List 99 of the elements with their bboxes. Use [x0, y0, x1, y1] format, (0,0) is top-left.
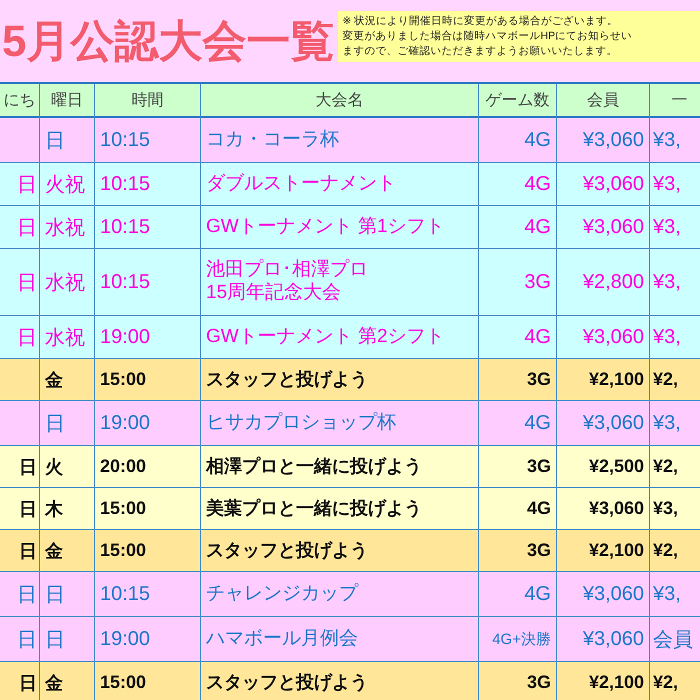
table-cell: 金 [40, 530, 95, 572]
column-header: 大会名 [201, 84, 479, 118]
table-cell: 15:00 [95, 662, 201, 700]
table-cell: 水祝 [40, 249, 95, 316]
table-cell: ダブルストーナメント [201, 163, 479, 206]
table-cell: 日 [40, 572, 95, 617]
column-header: 会員 [557, 84, 650, 118]
table-cell: ¥2, [650, 530, 700, 572]
column-header: 曜日 [40, 84, 95, 118]
table-cell: コカ・コーラ杯 [201, 118, 479, 163]
notice-text: ますので、ご確認いただきますようお願いいたします。 [342, 44, 618, 58]
table-cell: 日 [40, 617, 95, 662]
table-cell: 日 [0, 249, 40, 316]
table-cell: 木 [40, 488, 95, 530]
table-cell: 10:15 [95, 118, 201, 163]
table-cell: 日 [0, 617, 40, 662]
table-cell: 日 [0, 572, 40, 617]
table-cell: 池田プロ･相澤プロ 15周年記念大会 [201, 249, 479, 316]
table-cell: ¥2,100 [557, 359, 650, 401]
table-cell: ¥3,060 [557, 488, 650, 530]
table-cell: スタッフと投げよう [201, 359, 479, 401]
table-cell: ¥2,800 [557, 249, 650, 316]
table-cell: 日 [0, 316, 40, 359]
table-cell: 3G [479, 249, 557, 316]
table-cell: 美葉プロと一緒に投げよう [201, 488, 479, 530]
table-cell: チャレンジカップ [201, 572, 479, 617]
table-cell: 19:00 [95, 617, 201, 662]
table-cell: ¥3, [650, 401, 700, 446]
table-cell: 会員 [650, 617, 700, 662]
table-cell: ¥3, [650, 572, 700, 617]
notice-text: ※ 状況により開催日時に変更がある場合がございます。 [342, 14, 620, 28]
table-cell: ¥3, [650, 316, 700, 359]
table-cell: 3G [479, 530, 557, 572]
table-cell: 日 [0, 206, 40, 249]
table-cell: ¥3,060 [557, 401, 650, 446]
table-cell: 日 [40, 401, 95, 446]
table-cell: 水祝 [40, 206, 95, 249]
table-cell: ¥2,100 [557, 530, 650, 572]
table-cell: 日 [40, 118, 95, 163]
table-cell: 19:00 [95, 401, 201, 446]
table-cell: 金 [40, 662, 95, 700]
column-header: にち [0, 84, 40, 118]
table-cell: GWトーナメント 第1シフト [201, 206, 479, 249]
table-cell: 相澤プロと一緒に投げよう [201, 446, 479, 488]
table-cell: ¥3, [650, 249, 700, 316]
table-cell: ¥3,060 [557, 316, 650, 359]
table-cell: ¥2,500 [557, 446, 650, 488]
table-cell: 19:00 [95, 316, 201, 359]
table-cell: 15:00 [95, 530, 201, 572]
table-cell: 日 [0, 662, 40, 700]
table-cell: 10:15 [95, 206, 201, 249]
table-cell: 4G [479, 206, 557, 249]
table-cell: 3G [479, 359, 557, 401]
table-cell: 金 [40, 359, 95, 401]
table-cell: ¥2, [650, 359, 700, 401]
column-header: ゲーム数 [479, 84, 557, 118]
table-cell: 4G [479, 118, 557, 163]
table-cell: ¥2,100 [557, 662, 650, 700]
table-cell: 15:00 [95, 359, 201, 401]
table-cell: スタッフと投げよう [201, 662, 479, 700]
table-cell: スタッフと投げよう [201, 530, 479, 572]
table-cell: 4G [479, 572, 557, 617]
table-cell: 4G [479, 488, 557, 530]
table-cell: 20:00 [95, 446, 201, 488]
table-cell: ¥3,060 [557, 617, 650, 662]
table-cell: 3G [479, 662, 557, 700]
table-cell: 10:15 [95, 249, 201, 316]
table-cell: ハマボール月例会 [201, 617, 479, 662]
table-cell: ¥3,060 [557, 206, 650, 249]
table-cell: 4G [479, 401, 557, 446]
table-cell: ¥3, [650, 163, 700, 206]
notice-text: 変更がありました場合は随時ハマボールHPにてお知らせい [342, 28, 634, 44]
column-header: 時間 [95, 84, 201, 118]
table-cell: ¥3,060 [557, 572, 650, 617]
table-cell: ヒサカプロショップ杯 [201, 401, 479, 446]
table-cell: ¥3,060 [557, 163, 650, 206]
table-cell: 3G [479, 446, 557, 488]
table-cell: GWトーナメント 第2シフト [201, 316, 479, 359]
table-cell: 火祝 [40, 163, 95, 206]
table-cell: 4G+決勝 [479, 617, 557, 662]
table-cell: ¥3,060 [557, 118, 650, 163]
table-cell: 水祝 [40, 316, 95, 359]
table-cell: 4G [479, 316, 557, 359]
table-cell: 日 [0, 488, 40, 530]
table-cell: 15:00 [95, 488, 201, 530]
table-cell: ¥2, [650, 662, 700, 700]
table-cell: 日 [0, 530, 40, 572]
column-header: 一 [650, 84, 700, 118]
table-cell: ¥2, [650, 446, 700, 488]
table-cell: 4G [479, 163, 557, 206]
table-cell: 日 [0, 446, 40, 488]
table-cell: 火 [40, 446, 95, 488]
table-cell: ¥3, [650, 206, 700, 249]
table-cell: 10:15 [95, 163, 201, 206]
table-cell: ¥3, [650, 118, 700, 163]
table-cell: 10:15 [95, 572, 201, 617]
page-title: 5月公認大会一覧 [2, 16, 334, 68]
table-cell: ¥3, [650, 488, 700, 530]
table-cell: 日 [0, 163, 40, 206]
